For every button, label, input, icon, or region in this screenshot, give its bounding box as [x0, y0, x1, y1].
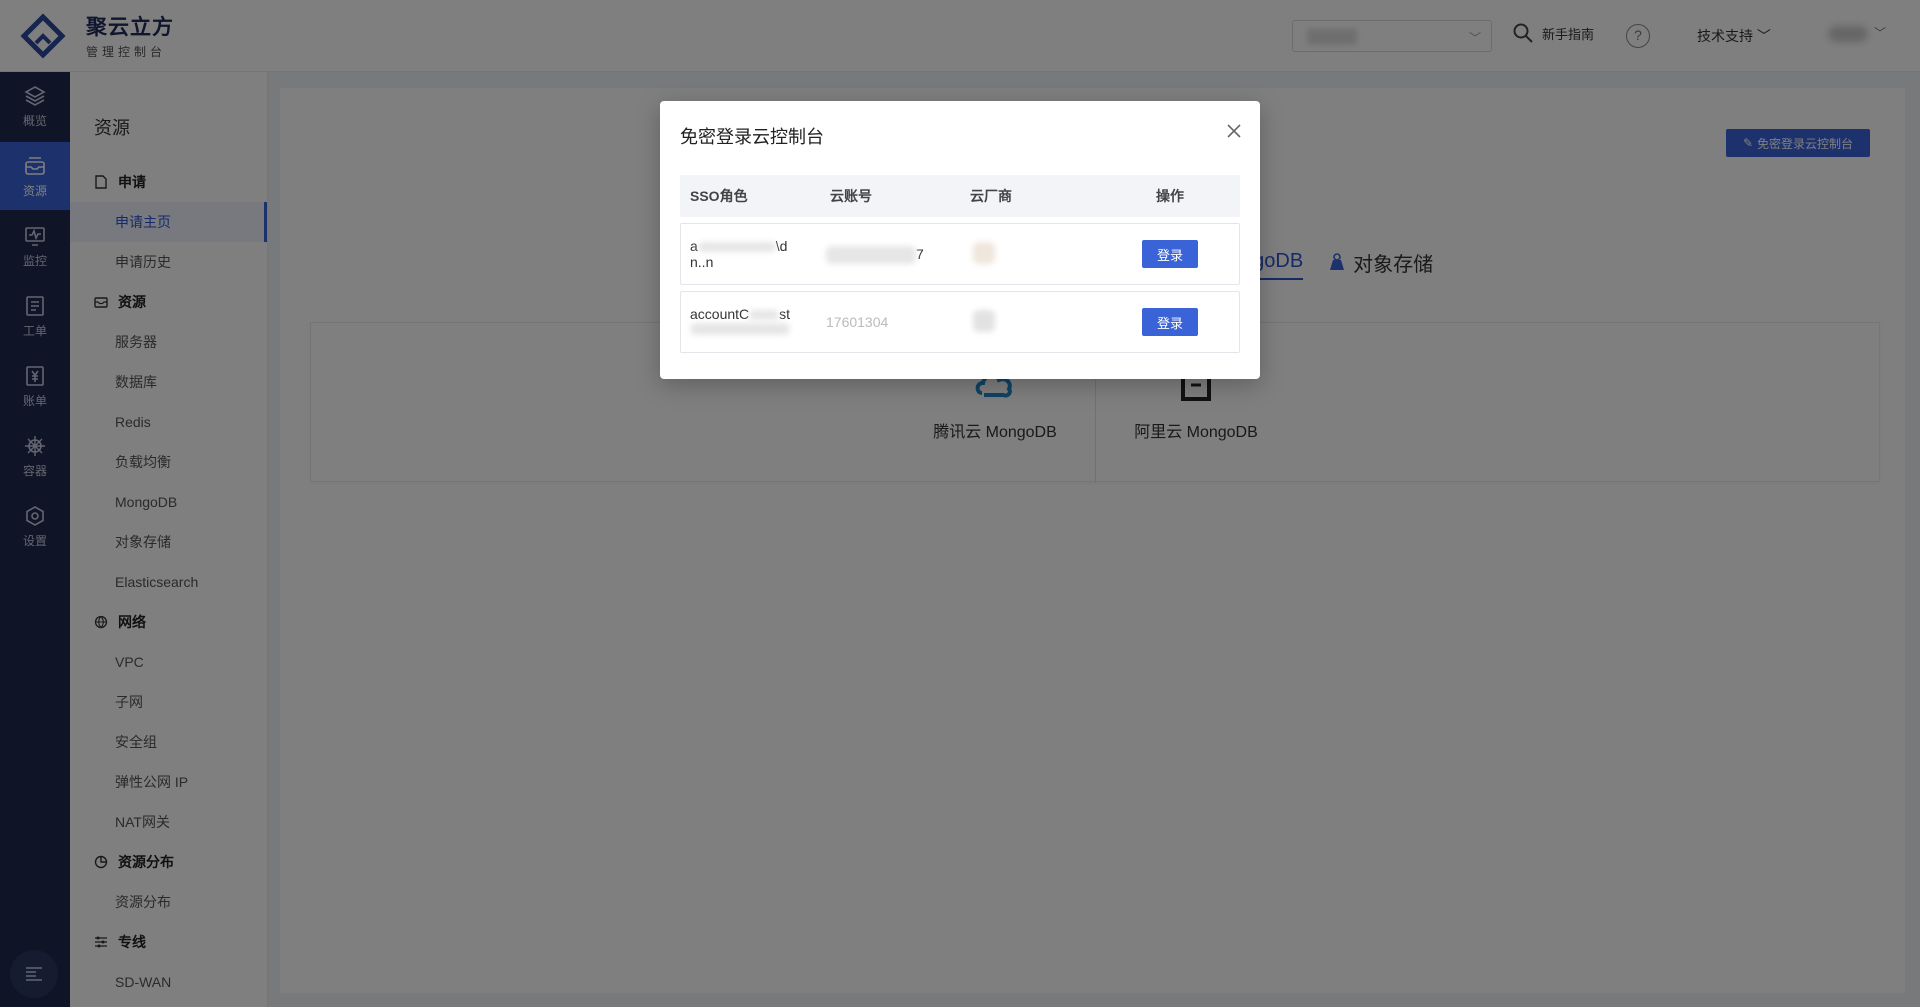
- sso-role-cell: accountC st: [690, 306, 800, 338]
- col-cloud-vendor: 云厂商: [970, 188, 1012, 204]
- sso-role-table: SSO角色 云账号 云厂商 操作 a \d n..n 7 登录 accountC s…: [680, 175, 1240, 353]
- cloud-account-cell: 17601304: [826, 314, 889, 330]
- table-row: accountC st 17601304 登录: [680, 291, 1240, 353]
- col-cloud-account: 云账号: [830, 188, 872, 204]
- col-sso-role: SSO角色: [690, 188, 748, 204]
- vendor-logo-icon: [973, 310, 997, 334]
- login-button[interactable]: 登录: [1142, 308, 1198, 336]
- cloud-account-cell: 7: [826, 246, 924, 265]
- sso-role-cell: a \d n..n: [690, 238, 788, 270]
- table-row: a \d n..n 7 登录: [680, 223, 1240, 285]
- table-header: SSO角色 云账号 云厂商 操作: [680, 175, 1240, 217]
- close-icon[interactable]: [1224, 121, 1244, 141]
- modal-title: 免密登录云控制台: [680, 127, 824, 147]
- login-button[interactable]: 登录: [1142, 240, 1198, 268]
- col-action: 操作: [1156, 188, 1184, 204]
- vendor-logo-icon: [973, 242, 997, 266]
- sso-login-modal: 免密登录云控制台 SSO角色 云账号 云厂商 操作 a \d n..n 7 登录 …: [660, 101, 1260, 379]
